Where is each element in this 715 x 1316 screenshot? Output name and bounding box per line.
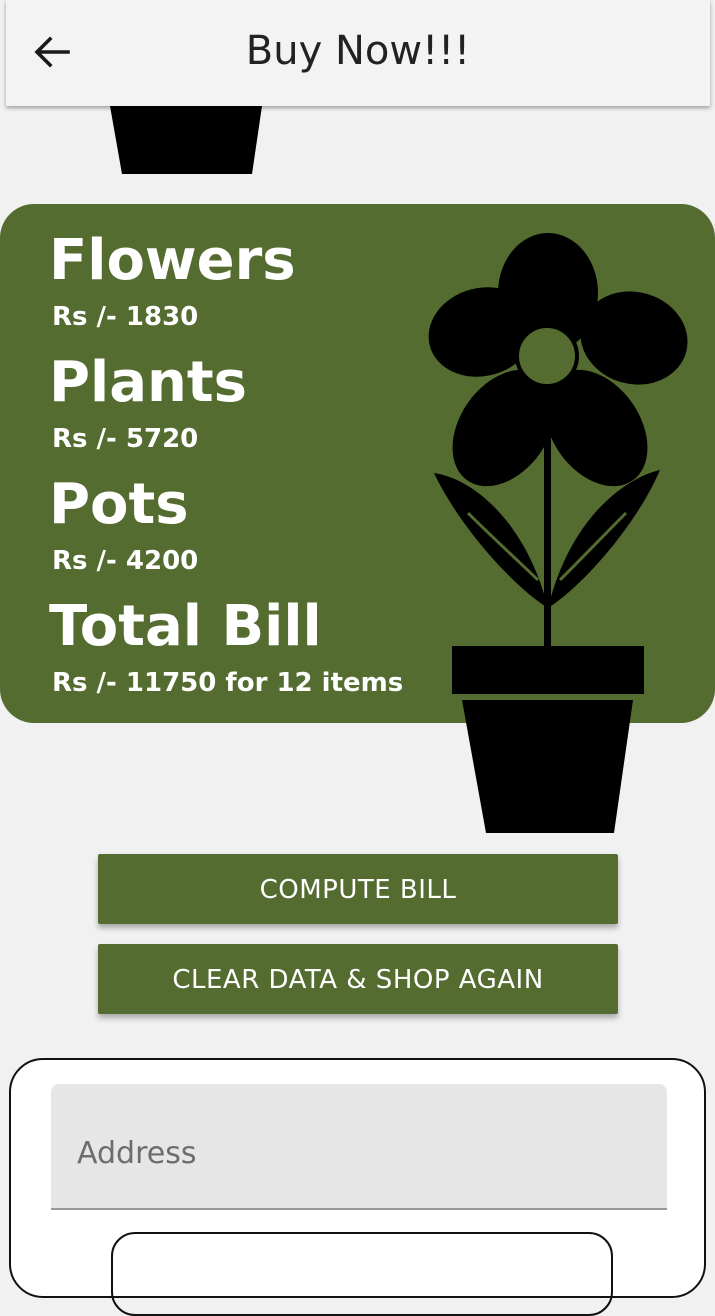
address-field-container[interactable] — [51, 1084, 667, 1210]
address-input[interactable] — [75, 1126, 639, 1180]
plants-heading: Plants — [49, 350, 247, 415]
flowers-price: Rs /- 1830 — [52, 302, 199, 332]
flowers-heading: Flowers — [49, 228, 296, 293]
pots-price: Rs /- 4200 — [52, 546, 199, 576]
app-bar: Buy Now!!! — [6, 0, 710, 106]
form-submit-button[interactable] — [111, 1232, 613, 1316]
clear-data-button[interactable]: CLEAR DATA & SHOP AGAIN — [98, 944, 618, 1014]
total-bill-heading: Total Bill — [49, 594, 322, 659]
page-title: Buy Now!!! — [245, 28, 471, 74]
pot-illustration — [110, 106, 262, 174]
flower-pot-illustration — [428, 233, 688, 833]
pots-heading: Pots — [49, 472, 189, 537]
compute-bill-button[interactable]: COMPUTE BILL — [98, 854, 618, 924]
total-bill-value: Rs /- 11750 for 12 items — [52, 668, 404, 698]
plants-price: Rs /- 5720 — [52, 424, 199, 454]
address-form — [9, 1058, 706, 1316]
